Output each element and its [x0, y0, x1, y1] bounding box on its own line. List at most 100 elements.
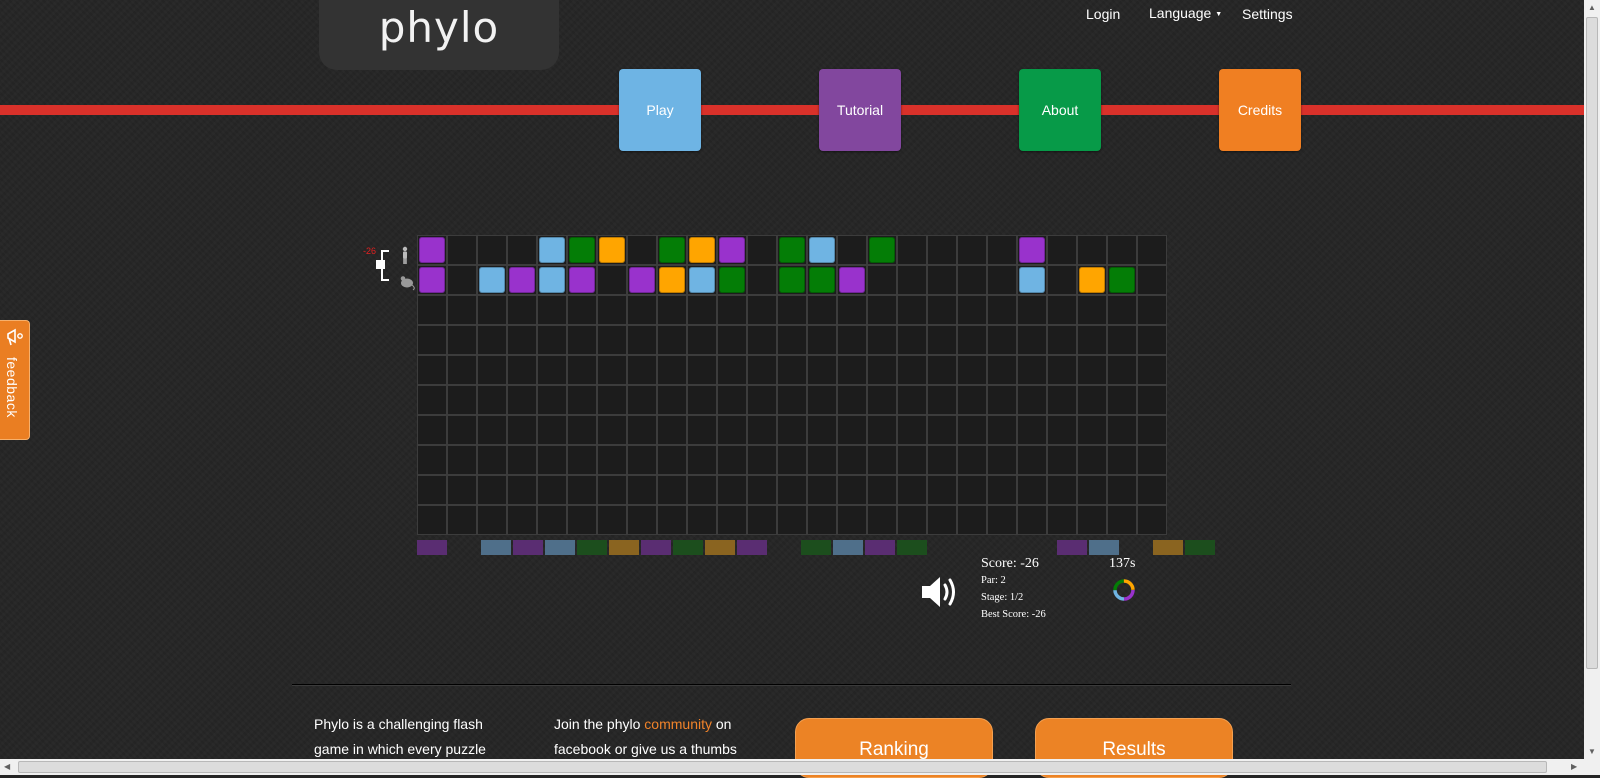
grid-cell[interactable] — [1107, 445, 1137, 475]
grid-cell[interactable] — [747, 235, 777, 265]
grid-cell[interactable] — [1137, 355, 1167, 385]
grid-cell[interactable] — [1017, 325, 1047, 355]
grid-cell[interactable] — [1047, 235, 1077, 265]
grid-cell[interactable] — [447, 235, 477, 265]
grid-cell[interactable] — [807, 295, 837, 325]
login-link[interactable]: Login — [1086, 6, 1120, 22]
grid-cell[interactable] — [627, 475, 657, 505]
grid-cell[interactable] — [987, 355, 1017, 385]
scroll-left-icon[interactable]: ◀ — [4, 762, 10, 771]
grid-cell[interactable] — [567, 325, 597, 355]
grid-cell[interactable] — [657, 385, 687, 415]
nucleotide-block[interactable] — [479, 267, 505, 293]
grid-cell[interactable] — [927, 355, 957, 385]
grid-cell[interactable] — [447, 415, 477, 445]
grid-cell[interactable] — [417, 355, 447, 385]
grid-cell[interactable] — [627, 445, 657, 475]
nucleotide-block[interactable] — [809, 267, 835, 293]
grid-cell[interactable] — [507, 445, 537, 475]
game-grid[interactable] — [417, 235, 1171, 537]
speaker-icon[interactable] — [920, 572, 964, 612]
grid-cell[interactable] — [1137, 385, 1167, 415]
grid-cell[interactable] — [537, 445, 567, 475]
grid-cell[interactable] — [507, 415, 537, 445]
grid-cell[interactable] — [807, 445, 837, 475]
grid-cell[interactable] — [417, 415, 447, 445]
grid-cell[interactable] — [897, 385, 927, 415]
grid-cell[interactable] — [807, 265, 837, 295]
grid-cell[interactable] — [747, 475, 777, 505]
grid-cell[interactable] — [867, 475, 897, 505]
grid-cell[interactable] — [537, 415, 567, 445]
grid-cell[interactable] — [987, 295, 1017, 325]
grid-cell[interactable] — [957, 475, 987, 505]
grid-cell[interactable] — [837, 445, 867, 475]
grid-cell[interactable] — [1017, 385, 1047, 415]
grid-cell[interactable] — [417, 445, 447, 475]
grid-cell[interactable] — [717, 325, 747, 355]
grid-cell[interactable] — [747, 505, 777, 535]
grid-cell[interactable] — [747, 295, 777, 325]
grid-cell[interactable] — [417, 295, 447, 325]
grid-cell[interactable] — [807, 355, 837, 385]
grid-cell[interactable] — [867, 325, 897, 355]
grid-cell[interactable] — [567, 445, 597, 475]
grid-cell[interactable] — [747, 325, 777, 355]
grid-cell[interactable] — [507, 235, 537, 265]
grid-cell[interactable] — [627, 235, 657, 265]
grid-cell[interactable] — [597, 445, 627, 475]
nucleotide-block[interactable] — [779, 237, 805, 263]
grid-cell[interactable] — [927, 475, 957, 505]
grid-cell[interactable] — [1047, 475, 1077, 505]
grid-cell[interactable] — [1077, 265, 1107, 295]
grid-cell[interactable] — [987, 415, 1017, 445]
grid-cell[interactable] — [927, 295, 957, 325]
grid-cell[interactable] — [1077, 475, 1107, 505]
grid-cell[interactable] — [627, 385, 657, 415]
grid-cell[interactable] — [447, 475, 477, 505]
grid-cell[interactable] — [1017, 235, 1047, 265]
grid-cell[interactable] — [897, 475, 927, 505]
grid-cell[interactable] — [807, 235, 837, 265]
grid-cell[interactable] — [957, 445, 987, 475]
grid-cell[interactable] — [687, 415, 717, 445]
grid-cell[interactable] — [657, 475, 687, 505]
grid-cell[interactable] — [537, 295, 567, 325]
grid-cell[interactable] — [1047, 355, 1077, 385]
grid-cell[interactable] — [897, 265, 927, 295]
grid-cell[interactable] — [897, 505, 927, 535]
grid-cell[interactable] — [477, 475, 507, 505]
grid-cell[interactable] — [447, 295, 477, 325]
credits-button[interactable]: Credits — [1219, 69, 1301, 151]
nucleotide-block[interactable] — [839, 267, 865, 293]
grid-cell[interactable] — [567, 475, 597, 505]
play-button[interactable]: Play — [619, 69, 701, 151]
grid-cell[interactable] — [957, 355, 987, 385]
grid-cell[interactable] — [627, 265, 657, 295]
grid-cell[interactable] — [1137, 265, 1167, 295]
nucleotide-block[interactable] — [569, 237, 595, 263]
grid-cell[interactable] — [717, 475, 747, 505]
grid-cell[interactable] — [987, 445, 1017, 475]
grid-cell[interactable] — [477, 505, 507, 535]
grid-cell[interactable] — [507, 505, 537, 535]
grid-cell[interactable] — [537, 385, 567, 415]
grid-cell[interactable] — [987, 325, 1017, 355]
grid-cell[interactable] — [747, 355, 777, 385]
grid-cell[interactable] — [717, 415, 747, 445]
nucleotide-block[interactable] — [779, 267, 805, 293]
nucleotide-block[interactable] — [659, 237, 685, 263]
grid-cell[interactable] — [1077, 385, 1107, 415]
grid-cell[interactable] — [957, 265, 987, 295]
grid-cell[interactable] — [597, 235, 627, 265]
grid-cell[interactable] — [1017, 265, 1047, 295]
grid-cell[interactable] — [1107, 415, 1137, 445]
nucleotide-block[interactable] — [419, 237, 445, 263]
grid-cell[interactable] — [567, 355, 597, 385]
grid-cell[interactable] — [957, 505, 987, 535]
grid-cell[interactable] — [687, 325, 717, 355]
grid-cell[interactable] — [477, 445, 507, 475]
grid-cell[interactable] — [447, 385, 477, 415]
grid-cell[interactable] — [1047, 415, 1077, 445]
grid-cell[interactable] — [687, 295, 717, 325]
